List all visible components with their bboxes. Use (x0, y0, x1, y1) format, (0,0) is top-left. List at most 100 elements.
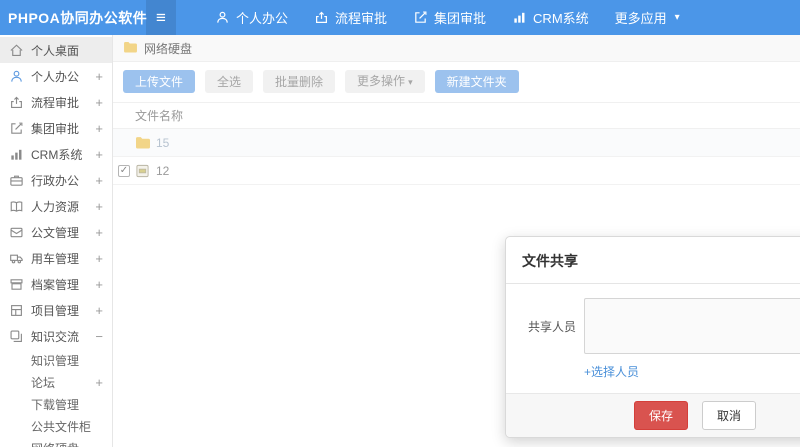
sidebar-item-label: 知识交流 (31, 329, 80, 344)
expand-toggle[interactable]: + (95, 199, 103, 214)
batch-delete-button[interactable]: 批量删除 (263, 70, 336, 93)
modal-footer: 保存 取消 (506, 393, 800, 437)
expand-toggle[interactable]: + (95, 173, 103, 188)
briefcase-icon (9, 173, 24, 188)
archive-icon (9, 277, 24, 292)
sidebar-subitem-public-cabinet[interactable]: 公共文件柜 (0, 415, 112, 437)
check-icon: ✓ (119, 164, 129, 176)
topnav-label: 流程审批 (335, 11, 388, 26)
more-actions-button[interactable]: 更多操作 ▾ (345, 70, 425, 93)
sidebar-item-label: CRM系统 (31, 147, 83, 162)
sidebar-subitem-network-disk[interactable]: 网络硬盘 (0, 437, 112, 447)
sidebar-item-group-approval[interactable]: 集团审批 + (0, 115, 112, 141)
table-row[interactable]: 15 (113, 129, 800, 157)
sidebar-subitem-label: 论坛 (31, 375, 56, 390)
sidebar-item-archive-mgmt[interactable]: 档案管理 + (0, 271, 112, 297)
hamburger-icon: ≡ (156, 7, 166, 27)
bar-chart-icon (9, 147, 24, 162)
expand-toggle[interactable]: + (95, 303, 103, 318)
project-icon (9, 303, 24, 318)
sidebar-subitem-label: 公共文件柜 (31, 419, 92, 434)
expand-toggle[interactable]: + (95, 375, 103, 390)
sidebar-item-personal-desktop[interactable]: 个人桌面 (0, 37, 112, 63)
sidebar-subitem-knowledge-mgmt[interactable]: 知识管理 (0, 349, 112, 371)
expand-toggle[interactable]: + (95, 225, 103, 240)
sidebar-item-label: 用车管理 (31, 251, 80, 266)
share-people-textarea[interactable] (584, 298, 800, 354)
row-checkbox-cell: ✓ (113, 164, 135, 177)
select-people-row: +选择人员 (526, 363, 800, 381)
save-button[interactable]: 保存 (633, 401, 688, 430)
sidebar-item-label: 档案管理 (31, 277, 80, 292)
sidebar-item-project-mgmt[interactable]: 项目管理 + (0, 297, 112, 323)
sidebar-item-label: 公文管理 (31, 225, 80, 240)
modal-body: 共享人员 +选择人员 (506, 284, 800, 381)
modal-header: 文件共享 (506, 237, 800, 284)
sidebar-subitem-label: 网络硬盘 (31, 440, 79, 447)
share-people-row: 共享人员 (526, 298, 800, 354)
sidebar-submenu-knowledge: 知识管理 论坛 + 下载管理 公共文件柜 网络硬盘 (0, 349, 112, 447)
new-folder-button[interactable]: 新建文件夹 (434, 70, 519, 93)
workflow-icon (314, 10, 329, 25)
table-row[interactable]: ✓ 12 (113, 157, 800, 185)
edit-icon (413, 10, 428, 25)
collapse-toggle[interactable]: − (95, 329, 103, 344)
person-icon (215, 10, 230, 25)
share-people-label: 共享人员 (527, 319, 576, 334)
topnav-crm[interactable]: CRM系统 (499, 0, 602, 35)
file-toolbar: 上传文件 全选 批量删除 更多操作 ▾ 新建文件夹 (113, 62, 800, 102)
more-actions-label: 更多操作 (357, 74, 406, 88)
expand-toggle[interactable]: + (95, 251, 103, 266)
app-logo: PHPOA协同办公软件 (8, 9, 148, 26)
select-people-link[interactable]: +选择人员 (584, 365, 639, 379)
expand-toggle[interactable]: + (95, 277, 103, 292)
topnav-workflow-approval[interactable]: 流程审批 (301, 0, 400, 35)
topnav-label: CRM系统 (533, 11, 589, 26)
sidebar-item-crm[interactable]: CRM系统 + (0, 141, 112, 167)
expand-toggle[interactable]: + (95, 95, 103, 110)
sidebar-item-personal-office[interactable]: 个人办公 + (0, 63, 112, 89)
row-checkbox-checked[interactable]: ✓ (118, 164, 130, 177)
sidebar-item-label: 人力资源 (31, 199, 80, 214)
sidebar-item-workflow-approval[interactable]: 流程审批 + (0, 89, 112, 115)
file-name-link[interactable]: 12 (156, 164, 169, 178)
topnav-label: 个人办公 (236, 11, 289, 26)
expand-toggle[interactable]: + (95, 147, 103, 162)
top-navigation: 个人办公 流程审批 集团审批 CRM系统 更多应用 ▾ (202, 0, 693, 35)
topnav-group-approval[interactable]: 集团审批 (400, 0, 499, 35)
file-name-link[interactable]: 15 (156, 136, 169, 150)
expand-toggle[interactable]: + (95, 121, 103, 136)
sidebar-subitem-label: 下载管理 (31, 397, 80, 412)
topnav-personal-office[interactable]: 个人办公 (202, 0, 301, 35)
workflow-icon (9, 95, 24, 110)
sidebar-item-admin-office[interactable]: 行政办公 + (0, 167, 112, 193)
upload-file-button[interactable]: 上传文件 (123, 70, 196, 93)
zip-file-icon (135, 164, 151, 178)
sidebar-item-label: 集团审批 (31, 121, 80, 136)
sidebar-toggle-button[interactable]: ≡ (146, 0, 176, 35)
select-all-button[interactable]: 全选 (205, 70, 254, 93)
sidebar-item-hr[interactable]: 人力资源 + (0, 193, 112, 219)
sidebar-item-label: 项目管理 (31, 303, 80, 318)
sidebar-subitem-download-mgmt[interactable]: 下载管理 (0, 393, 112, 415)
sidebar-subitem-label: 知识管理 (31, 353, 80, 368)
expand-toggle[interactable]: + (95, 69, 103, 84)
cancel-button[interactable]: 取消 (702, 401, 757, 430)
app-root: PHPOA协同办公软件 ≡ 个人办公 流程审批 集团审批 CRM系统 更多应用 … (0, 0, 800, 447)
sidebar-item-label: 流程审批 (31, 95, 80, 110)
file-table: 文件名称 15 ✓ 12 (113, 102, 800, 185)
document-icon (9, 225, 24, 240)
topnav-more-apps[interactable]: 更多应用 ▾ (602, 0, 693, 35)
sidebar-subitem-forum[interactable]: 论坛 + (0, 371, 112, 393)
breadcrumb-label: 网络硬盘 (144, 41, 193, 56)
sidebar-item-knowledge[interactable]: 知识交流 − (0, 323, 112, 349)
edit-icon (9, 121, 24, 136)
sidebar-item-label: 个人办公 (31, 69, 80, 84)
knowledge-icon (9, 329, 24, 344)
sidebar-item-document-mgmt[interactable]: 公文管理 + (0, 219, 112, 245)
truck-icon (9, 251, 24, 266)
breadcrumb: 网络硬盘 (113, 35, 800, 62)
bar-chart-icon (512, 10, 527, 25)
sidebar-item-vehicle-mgmt[interactable]: 用车管理 + (0, 245, 112, 271)
topbar: PHPOA协同办公软件 ≡ 个人办公 流程审批 集团审批 CRM系统 更多应用 … (0, 0, 800, 35)
